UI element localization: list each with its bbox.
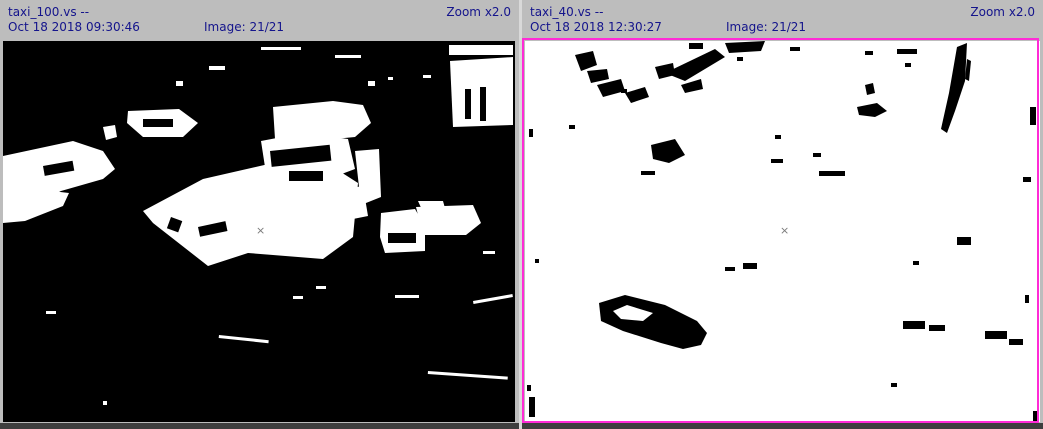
- crosshair-x-icon: ×: [256, 224, 266, 237]
- status-bar: [0, 423, 519, 429]
- zoom-level: Zoom x2.0: [446, 5, 511, 19]
- image-view[interactable]: ×: [3, 41, 515, 422]
- crosshair-x-icon: ×: [780, 224, 790, 237]
- image-counter: Image: 21/21: [204, 20, 285, 34]
- panel-header: taxi_40.vs -- Zoom x2.0 Oct 18 2018 12:3…: [522, 0, 1043, 38]
- image-counter: Image: 21/21: [726, 20, 807, 34]
- status-bar: [522, 423, 1043, 429]
- timestamp: Oct 18 2018 12:30:27: [530, 20, 662, 34]
- image-view[interactable]: ×: [525, 41, 1040, 422]
- image-panel-right[interactable]: taxi_40.vs -- Zoom x2.0 Oct 18 2018 12:3…: [522, 0, 1043, 429]
- image-panel-left[interactable]: taxi_100.vs -- Zoom x2.0 Oct 18 2018 09:…: [0, 0, 519, 429]
- panel-header: taxi_100.vs -- Zoom x2.0 Oct 18 2018 09:…: [0, 0, 519, 38]
- zoom-level: Zoom x2.0: [970, 5, 1035, 19]
- timestamp: Oct 18 2018 09:30:46: [8, 20, 140, 34]
- file-name: taxi_40.vs --: [530, 5, 604, 19]
- file-name: taxi_100.vs --: [8, 5, 90, 19]
